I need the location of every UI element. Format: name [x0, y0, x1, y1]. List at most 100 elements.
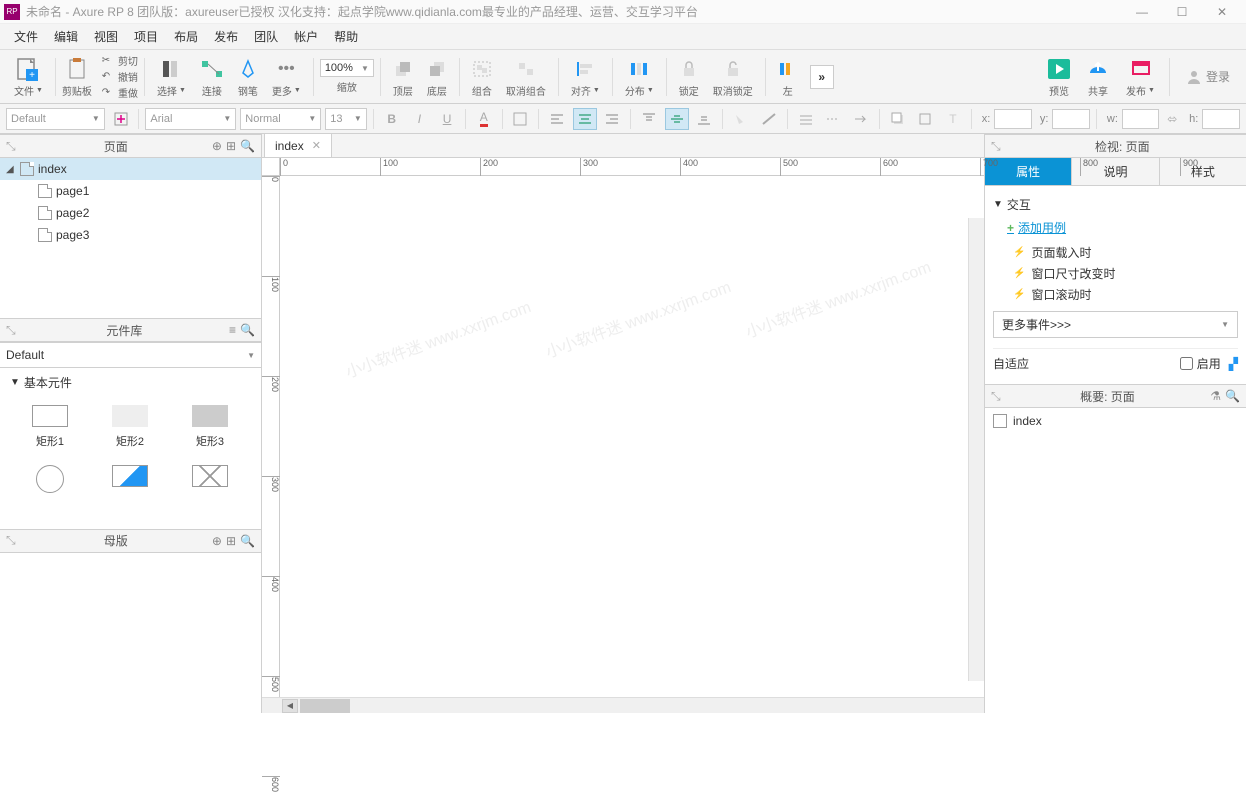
- font-select[interactable]: Arial▼: [145, 108, 236, 130]
- menu-team[interactable]: 团队: [246, 24, 286, 49]
- interactions-section[interactable]: ▼交互: [993, 196, 1238, 213]
- tb-group[interactable]: 组合: [466, 53, 498, 100]
- pin-icon[interactable]: ⤡: [6, 139, 16, 154]
- menu-view[interactable]: 视图: [86, 24, 126, 49]
- libs-menu-icon[interactable]: ≡: [229, 323, 236, 337]
- tb-align[interactable]: 对齐▼: [565, 53, 606, 100]
- tb-preview[interactable]: 预览: [1042, 53, 1076, 100]
- library-select[interactable]: Default▼: [0, 342, 261, 368]
- close-button[interactable]: ✕: [1202, 0, 1242, 24]
- text-shadow-button[interactable]: T: [941, 108, 965, 130]
- menu-help[interactable]: 帮助: [326, 24, 366, 49]
- font-weight-select[interactable]: Normal▼: [240, 108, 321, 130]
- widget-image[interactable]: [90, 457, 170, 501]
- add-page-icon[interactable]: ⊕: [212, 139, 222, 153]
- menu-edit[interactable]: 编辑: [46, 24, 86, 49]
- page-item[interactable]: page3: [0, 224, 261, 246]
- event-window-resize[interactable]: ⚡窗口尺寸改变时: [1013, 263, 1238, 284]
- lock-wh-icon[interactable]: ⬄: [1163, 108, 1181, 130]
- tb-ungroup[interactable]: 取消组合: [500, 53, 552, 100]
- tb-top[interactable]: 顶层: [387, 53, 419, 100]
- pin-icon[interactable]: ⤡: [6, 533, 16, 548]
- w-input[interactable]: [1122, 109, 1160, 129]
- line-style-button[interactable]: [821, 108, 845, 130]
- more-events-select[interactable]: 更多事件>>>▼: [993, 311, 1238, 338]
- arrow-style-button[interactable]: [849, 108, 873, 130]
- style-select[interactable]: Default▼: [6, 108, 105, 130]
- page-index[interactable]: ◢index: [0, 158, 261, 180]
- tb-select[interactable]: 选择▼: [151, 53, 192, 100]
- fill-color-button[interactable]: [729, 108, 753, 130]
- maximize-button[interactable]: ☐: [1162, 0, 1202, 24]
- tab-properties[interactable]: 属性: [985, 158, 1072, 185]
- tb-distribute[interactable]: 分布▼: [619, 53, 660, 100]
- widget-rect1[interactable]: 矩形1: [10, 397, 90, 457]
- tb-bottom[interactable]: 底层: [421, 53, 453, 100]
- valign-bottom-button[interactable]: [693, 108, 717, 130]
- line-color-button[interactable]: [757, 108, 781, 130]
- page-item[interactable]: page1: [0, 180, 261, 202]
- italic-button[interactable]: I: [408, 108, 432, 130]
- menu-project[interactable]: 项目: [126, 24, 166, 49]
- add-master-icon[interactable]: ⊕: [212, 534, 222, 548]
- shadow-in-button[interactable]: [913, 108, 937, 130]
- search-icon[interactable]: 🔍: [240, 139, 255, 153]
- menu-file[interactable]: 文件: [6, 24, 46, 49]
- search-icon[interactable]: 🔍: [240, 534, 255, 548]
- filter-icon[interactable]: ⚗: [1210, 389, 1221, 403]
- menu-account[interactable]: 帐户: [286, 24, 326, 49]
- search-icon[interactable]: 🔍: [1225, 389, 1240, 403]
- valign-middle-button[interactable]: [665, 108, 689, 130]
- canvas[interactable]: 小小软件迷 www.xxrjm.com 小小软件迷 www.xxrjm.com …: [280, 176, 984, 697]
- align-right-button[interactable]: [601, 108, 625, 130]
- menu-publish[interactable]: 发布: [206, 24, 246, 49]
- tb-zoom[interactable]: 100%▼ 缩放: [320, 59, 374, 94]
- tb-redo[interactable]: ↷重做: [98, 85, 138, 101]
- font-size-select[interactable]: 13▼: [325, 108, 367, 130]
- tab-index[interactable]: index✕: [264, 133, 332, 157]
- enable-checkbox[interactable]: [1180, 357, 1193, 370]
- close-tab-icon[interactable]: ✕: [312, 139, 321, 152]
- valign-top-button[interactable]: [637, 108, 661, 130]
- add-folder-icon[interactable]: ⊞: [226, 139, 236, 153]
- underline-button[interactable]: U: [435, 108, 459, 130]
- add-master-folder-icon[interactable]: ⊞: [226, 534, 236, 548]
- tb-share[interactable]: 共享: [1080, 53, 1116, 100]
- bold-button[interactable]: B: [380, 108, 404, 130]
- align-left-button[interactable]: [545, 108, 569, 130]
- tb-cut[interactable]: ✂剪切: [98, 53, 138, 69]
- tb-clipboard[interactable]: 剪贴板: [62, 55, 92, 98]
- scrollbar-vertical[interactable]: [968, 218, 984, 681]
- outline-item[interactable]: index: [993, 412, 1238, 430]
- menu-arrange[interactable]: 布局: [166, 24, 206, 49]
- tb-left-align[interactable]: 左: [772, 53, 804, 100]
- tb-pen[interactable]: 钢笔: [232, 53, 264, 100]
- tb-publish[interactable]: 发布▼: [1120, 53, 1161, 100]
- login-button[interactable]: 登录: [1178, 64, 1238, 89]
- event-page-load[interactable]: ⚡页面载入时: [1013, 242, 1238, 263]
- scrollbar-horizontal[interactable]: ◀: [262, 697, 984, 713]
- style-manager-icon[interactable]: [109, 108, 133, 130]
- scroll-left-icon[interactable]: ◀: [282, 699, 298, 713]
- font-color-button[interactable]: A: [472, 108, 496, 130]
- tb-expand-button[interactable]: »: [810, 65, 834, 89]
- line-width-button[interactable]: [794, 108, 818, 130]
- x-input[interactable]: [994, 109, 1032, 129]
- minimize-button[interactable]: —: [1122, 0, 1162, 24]
- lib-category[interactable]: ▼基本元件: [0, 368, 261, 397]
- search-icon[interactable]: 🔍: [240, 323, 255, 337]
- tb-undo[interactable]: ↶撤销: [98, 69, 138, 85]
- pin-icon[interactable]: ⤡: [991, 139, 1001, 154]
- widget-rect3[interactable]: 矩形3: [170, 397, 250, 457]
- add-case-button[interactable]: +添加用例: [1007, 219, 1238, 236]
- tb-lock[interactable]: 锁定: [673, 53, 705, 100]
- adaptive-settings-icon[interactable]: ▞: [1229, 357, 1238, 371]
- h-input[interactable]: [1202, 109, 1240, 129]
- pin-icon[interactable]: ⤡: [6, 323, 16, 338]
- tb-unlock[interactable]: 取消锁定: [707, 53, 759, 100]
- pin-icon[interactable]: ⤡: [991, 389, 1001, 404]
- tab-style[interactable]: 样式: [1160, 158, 1246, 185]
- shadow-out-button[interactable]: [886, 108, 910, 130]
- event-window-scroll[interactable]: ⚡窗口滚动时: [1013, 284, 1238, 305]
- tb-more[interactable]: •••更多▼: [266, 53, 307, 100]
